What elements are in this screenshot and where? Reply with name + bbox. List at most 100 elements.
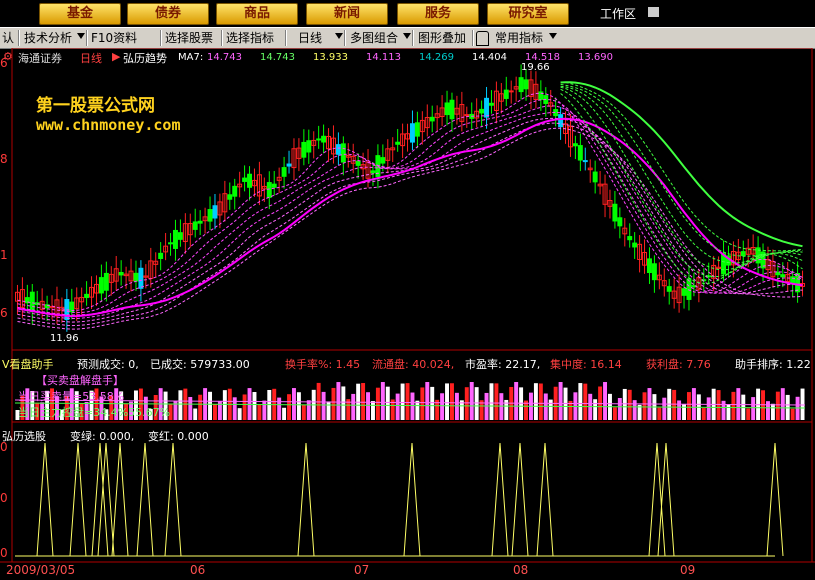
ma-value-6: 14.404 bbox=[472, 52, 507, 63]
candle-body bbox=[627, 236, 633, 241]
vol-pe: 市盈率: 22.17, bbox=[465, 358, 541, 371]
candle-body bbox=[429, 116, 435, 122]
toolbar-item-f10[interactable]: F10资料 bbox=[91, 30, 137, 46]
signal-peak bbox=[36, 442, 54, 557]
volume-bar bbox=[469, 382, 474, 420]
signal-peak bbox=[403, 442, 421, 557]
toolbar-item-tech-analysis[interactable]: 技术分析 bbox=[24, 30, 72, 46]
volume-bar bbox=[341, 386, 346, 420]
candle-body bbox=[632, 242, 638, 248]
candle-body bbox=[518, 77, 524, 93]
signal-peak bbox=[297, 442, 315, 557]
candle-body bbox=[335, 144, 341, 155]
chevron-down-icon[interactable] bbox=[335, 33, 343, 39]
candle-body bbox=[592, 171, 598, 183]
volume-bar bbox=[548, 399, 553, 420]
volume-bar bbox=[222, 390, 227, 420]
volume-bar bbox=[400, 383, 405, 420]
toolbar-item-recognize[interactable]: 认 bbox=[2, 30, 14, 46]
candle-body bbox=[444, 102, 450, 116]
volume-bar bbox=[716, 390, 721, 420]
candle-body bbox=[370, 170, 376, 174]
candle-body bbox=[340, 143, 346, 163]
candle-body bbox=[582, 160, 588, 163]
toolbar-item-common-indicator[interactable]: 常用指标 bbox=[495, 30, 543, 46]
ma-value-4: 14.113 bbox=[366, 52, 401, 63]
volume-bar bbox=[474, 387, 479, 420]
vol-sub-2: 当日买卖量=53.58% bbox=[18, 390, 125, 403]
volume-bar bbox=[430, 386, 435, 420]
volume-bar bbox=[617, 397, 622, 420]
price-high-label: 19.66 bbox=[521, 62, 550, 73]
chevron-down-icon[interactable] bbox=[549, 33, 557, 39]
volume-bar bbox=[558, 382, 563, 420]
volume-bar bbox=[736, 388, 741, 420]
volume-bar bbox=[232, 397, 237, 420]
toolbar-item-overlay[interactable]: 图形叠加 bbox=[418, 30, 466, 46]
candle-body bbox=[577, 145, 583, 161]
volume-bar bbox=[385, 386, 390, 420]
y-axis-label: 8 bbox=[0, 152, 8, 166]
flag-icon: ▶ bbox=[112, 50, 121, 63]
volume-bar bbox=[208, 391, 213, 420]
volume-bar bbox=[420, 387, 425, 420]
volume-bar bbox=[440, 393, 445, 420]
x-axis-label: 06 bbox=[190, 563, 206, 577]
mail-icon[interactable] bbox=[648, 7, 659, 17]
toolbar: 认 技术分析 F10资料 选择股票 选择指标 日线 多图组合 图形叠加 常用指标 bbox=[0, 27, 815, 49]
vol-rank: 助手排序: 1.22 bbox=[735, 358, 811, 371]
volume-bar bbox=[291, 388, 296, 420]
volume-bar bbox=[380, 382, 385, 420]
workspace-label[interactable]: 工作区 bbox=[600, 5, 636, 22]
toolbar-item-multi-chart[interactable]: 多图组合 bbox=[350, 30, 398, 46]
volume-bar bbox=[731, 391, 736, 420]
toolbar-separator bbox=[344, 30, 346, 46]
signal-peak bbox=[766, 442, 784, 557]
volume-bar bbox=[603, 382, 608, 420]
volume-bar bbox=[775, 391, 780, 420]
toolbar-item-select-indicator[interactable]: 选择指标 bbox=[226, 30, 274, 46]
volume-bar bbox=[800, 388, 805, 420]
menu-service[interactable]: 服务 bbox=[397, 3, 479, 25]
ma-value-3: 13.933 bbox=[313, 52, 348, 63]
candle-body bbox=[395, 141, 401, 145]
volume-bar bbox=[790, 408, 795, 420]
lock-icon[interactable] bbox=[476, 31, 489, 46]
chevron-down-icon[interactable] bbox=[77, 33, 85, 39]
volume-bar bbox=[198, 394, 203, 420]
toolbar-item-select-stock[interactable]: 选择股票 bbox=[165, 30, 213, 46]
candle-body bbox=[103, 272, 109, 291]
signal-peak bbox=[536, 442, 554, 557]
volume-bar bbox=[336, 382, 341, 420]
volume-bar bbox=[366, 392, 371, 420]
volume-bar bbox=[672, 389, 677, 420]
menu-commodity[interactable]: 商品 bbox=[216, 3, 298, 25]
volume-bar bbox=[252, 392, 257, 420]
candle-body bbox=[197, 220, 203, 224]
signal-peak bbox=[97, 442, 115, 557]
candle-body bbox=[168, 242, 174, 245]
candle-body bbox=[212, 205, 218, 219]
chevron-down-icon[interactable] bbox=[403, 33, 411, 39]
toolbar-item-daily[interactable]: 日线 bbox=[298, 30, 322, 46]
volume-bar bbox=[454, 392, 459, 420]
vol-sub-1: 【买卖盘解盘手】 bbox=[36, 374, 124, 387]
candle-body bbox=[479, 108, 485, 114]
menu-bond[interactable]: 债券 bbox=[127, 3, 209, 25]
menu-news[interactable]: 新闻 bbox=[306, 3, 388, 25]
y-axis-label: 6 bbox=[0, 56, 8, 70]
candle-body bbox=[617, 217, 623, 227]
candle-body bbox=[651, 263, 657, 281]
signal-peak bbox=[511, 442, 529, 557]
sel-title: 弘历选股 bbox=[2, 430, 46, 443]
volume-bar bbox=[425, 382, 430, 420]
candle-body bbox=[449, 99, 455, 120]
volume-bar bbox=[627, 389, 632, 420]
volume-bar bbox=[188, 396, 193, 420]
volume-bar bbox=[361, 383, 366, 420]
volume-bar bbox=[326, 401, 331, 420]
menu-fund[interactable]: 基金 bbox=[39, 3, 121, 25]
menu-research[interactable]: 研究室 bbox=[487, 3, 569, 25]
candle-body bbox=[572, 143, 578, 147]
sel-red: 变红: 0.000 bbox=[148, 430, 209, 443]
